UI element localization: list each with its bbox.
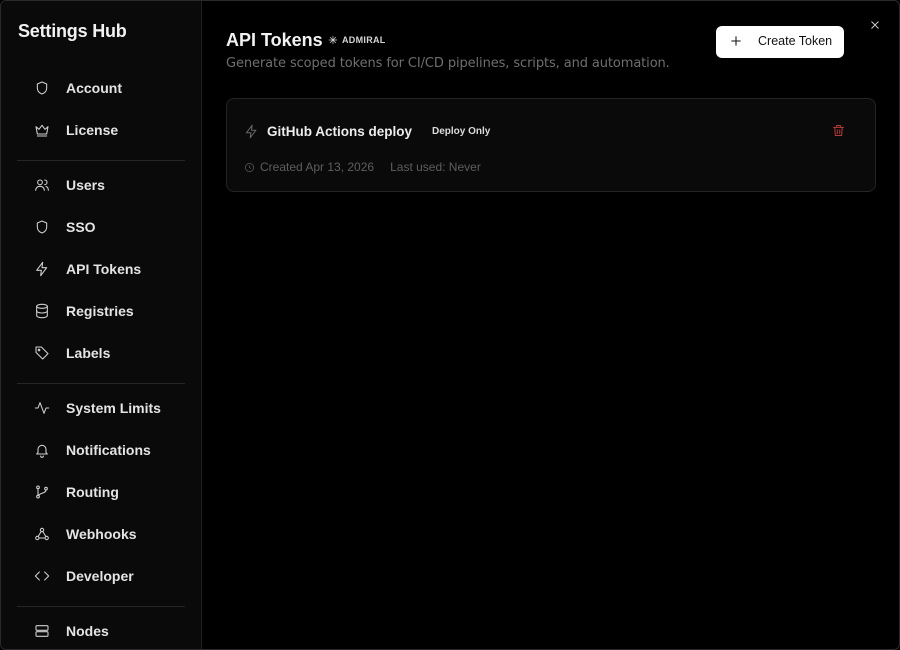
tag-icon (33, 344, 51, 362)
users-icon (33, 176, 51, 194)
sidebar-item-license[interactable]: License (17, 113, 185, 147)
sidebar-item-label: Webhooks (66, 526, 137, 542)
create-token-button[interactable]: Create Token (716, 26, 844, 58)
code-icon (33, 567, 51, 585)
sidebar-item-nodes[interactable]: Nodes (17, 614, 185, 648)
plus-icon (729, 34, 743, 48)
delete-token-button[interactable] (831, 123, 847, 139)
trash-icon (833, 125, 844, 136)
token-name: GitHub Actions deploy (267, 124, 412, 139)
sidebar-item-label: License (66, 122, 119, 138)
sidebar-item-account[interactable]: Account (17, 71, 185, 105)
sidebar-item-notifications[interactable]: Notifications (17, 433, 185, 467)
sidebar-divider (17, 383, 185, 384)
shield-icon (33, 218, 51, 236)
sidebar-item-sso[interactable]: SSO (17, 210, 185, 244)
crown-icon (33, 121, 51, 139)
tier-badge: ADMIRAL (328, 33, 386, 47)
sidebar: Settings Hub Account License Users SSO A… (1, 1, 202, 649)
sidebar-item-label: Nodes (66, 623, 109, 639)
sidebar-item-system-limits[interactable]: System Limits (17, 391, 185, 425)
token-meta: Created Apr 13, 2026 Last used: Never (244, 160, 481, 174)
settings-window: Settings Hub Account License Users SSO A… (0, 0, 900, 650)
tier-badge-label: ADMIRAL (342, 35, 386, 45)
sidebar-item-api-tokens[interactable]: API Tokens (17, 252, 185, 286)
token-scope-badge: Deploy Only (432, 126, 491, 137)
create-token-label: Create Token (758, 34, 833, 48)
page-subtitle: Generate scoped tokens for CI/CD pipelin… (226, 56, 670, 71)
sidebar-item-label: Registries (66, 303, 134, 319)
sidebar-divider (17, 160, 185, 161)
sidebar-title: Settings Hub (18, 21, 127, 41)
database-icon (33, 302, 51, 320)
sidebar-item-labels[interactable]: Labels (17, 336, 185, 370)
sidebar-item-developer[interactable]: Developer (17, 559, 185, 593)
clock-icon (245, 162, 254, 172)
webhook-icon (33, 525, 51, 543)
lightning-icon (33, 260, 51, 278)
shield-icon (33, 79, 51, 97)
sidebar-item-label: Routing (66, 484, 119, 500)
sidebar-item-label: Developer (66, 568, 134, 584)
token-created: Created Apr 13, 2026 (260, 160, 375, 174)
sidebar-item-label: SSO (66, 219, 96, 235)
bell-icon (33, 441, 51, 459)
main-panel: API Tokens ADMIRAL Generate scoped token… (202, 1, 899, 649)
lightning-icon (244, 124, 260, 140)
token-card: GitHub Actions deploy Deploy Only Create… (226, 98, 876, 192)
sidebar-item-label: Account (66, 80, 122, 96)
sidebar-item-label: Notifications (66, 442, 151, 458)
token-last-used: Last used: Never (390, 160, 481, 174)
snowflake-icon (328, 35, 338, 45)
sidebar-item-label: Labels (66, 345, 111, 361)
sidebar-item-users[interactable]: Users (17, 168, 185, 202)
sidebar-item-routing[interactable]: Routing (17, 475, 185, 509)
sidebar-item-registries[interactable]: Registries (17, 294, 185, 328)
page-title: API Tokens (226, 30, 323, 50)
sidebar-divider (17, 606, 185, 607)
close-icon (871, 21, 879, 29)
sidebar-item-label: API Tokens (66, 261, 142, 277)
sidebar-item-label: Users (66, 177, 105, 193)
git-branch-icon (33, 483, 51, 501)
close-button[interactable] (868, 18, 884, 34)
activity-icon (33, 399, 51, 417)
sidebar-item-webhooks[interactable]: Webhooks (17, 517, 185, 551)
sidebar-item-label: System Limits (66, 400, 161, 416)
server-icon (33, 622, 51, 640)
